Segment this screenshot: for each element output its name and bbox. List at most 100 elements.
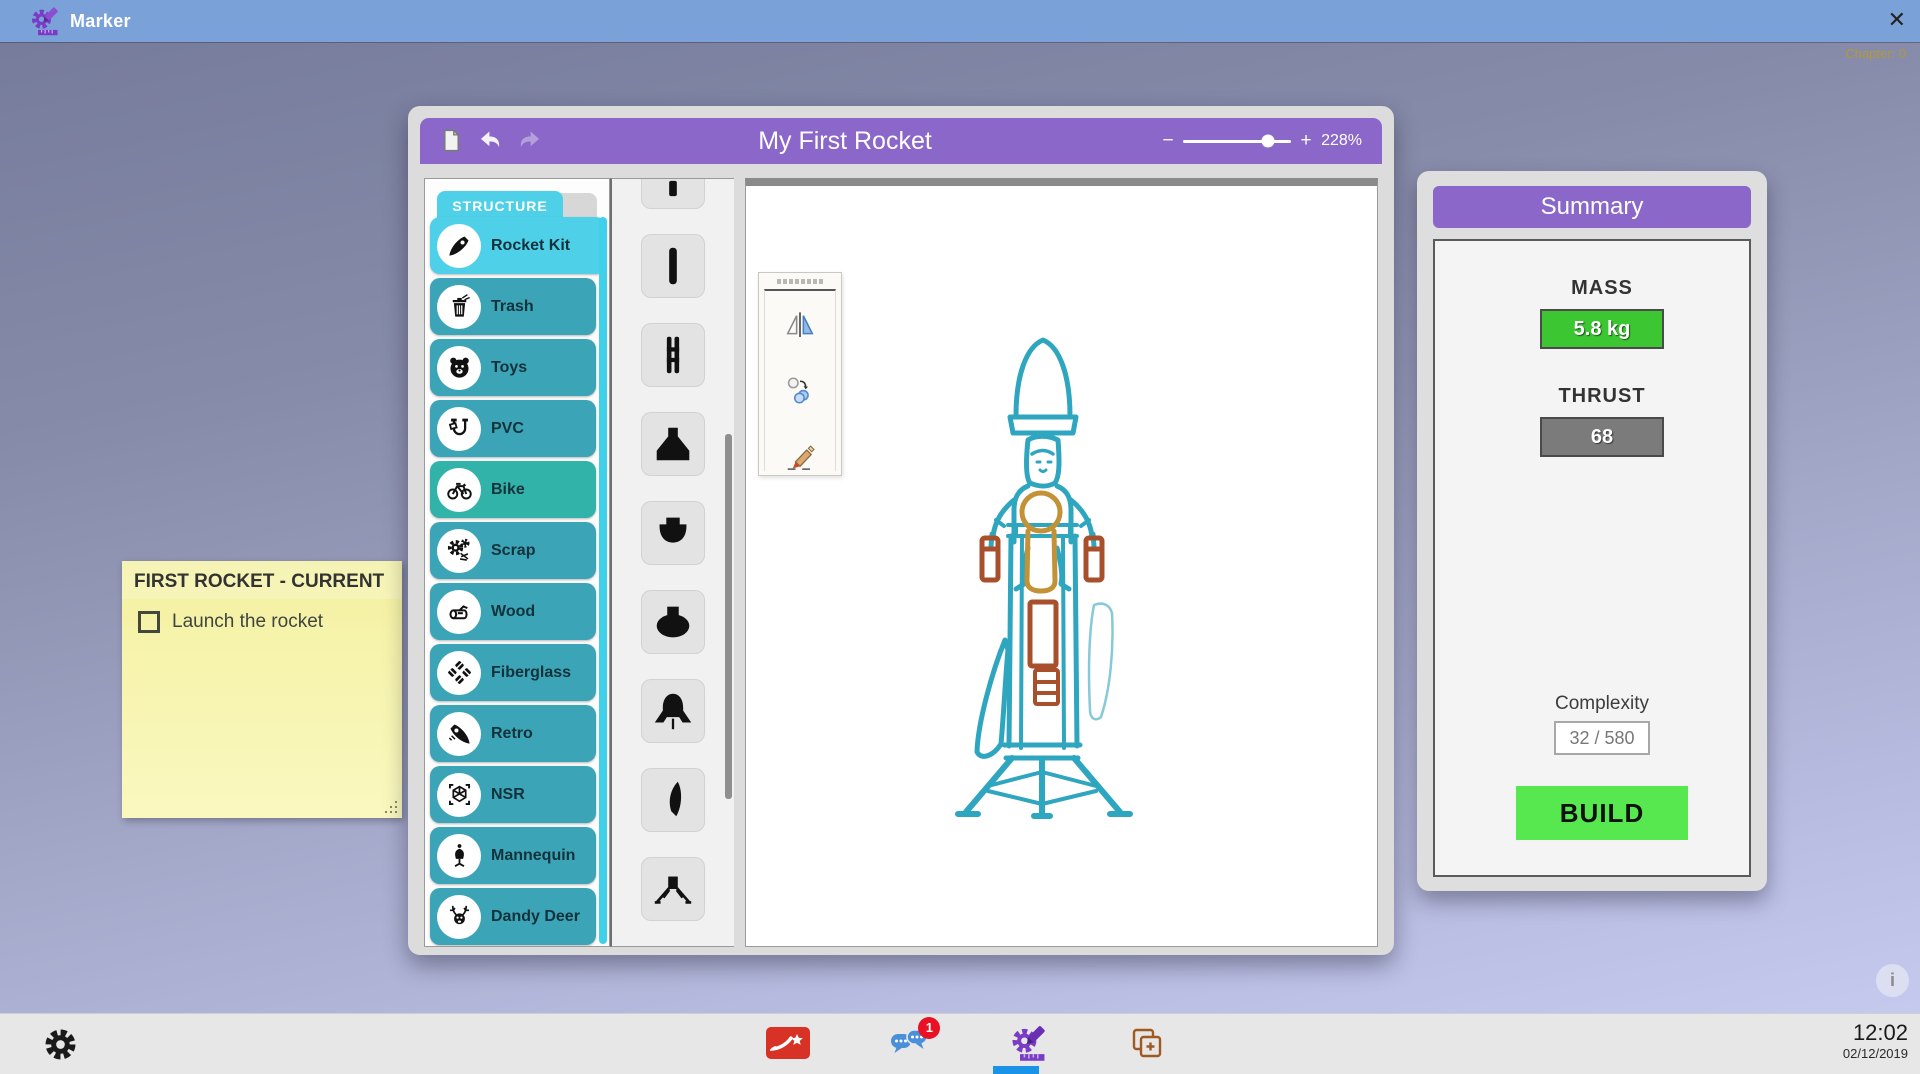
zoom-slider[interactable] bbox=[1183, 140, 1291, 143]
part-capsule-pod[interactable] bbox=[641, 590, 705, 654]
sidebar-item-label: Trash bbox=[491, 298, 534, 316]
window-title-bar: My First Rocket − + 228% bbox=[420, 118, 1382, 164]
mannequin-icon bbox=[437, 834, 481, 878]
sidebar-item-retro[interactable]: Retro bbox=[430, 705, 596, 762]
zoom-control: − + 228% bbox=[1161, 118, 1362, 164]
sidebar-item-label: Bike bbox=[491, 481, 525, 499]
thrust-value: 68 bbox=[1540, 417, 1664, 457]
window-title: My First Rocket bbox=[420, 118, 1270, 164]
zoom-in-button[interactable]: + bbox=[1299, 130, 1313, 152]
eraser-tool[interactable] bbox=[782, 440, 818, 471]
part-nozzle-flare[interactable] bbox=[641, 412, 705, 476]
marker-logo-icon bbox=[30, 5, 62, 37]
notification-badge: 1 bbox=[918, 1017, 940, 1039]
top-bar: Marker ✕ bbox=[0, 0, 1920, 42]
category-sidebar: STRUCTURE Rocket Kit Trash bbox=[424, 178, 610, 947]
copy-plus-icon bbox=[1129, 1025, 1165, 1061]
gears-icon bbox=[437, 529, 481, 573]
info-button[interactable]: i bbox=[1876, 964, 1909, 997]
summary-body: MASS 5.8 kg THRUST 68 Complexity 32 / 58… bbox=[1433, 239, 1751, 877]
sidebar-item-label: Toys bbox=[491, 359, 527, 377]
sidebar-item-fiberglass[interactable]: Fiberglass bbox=[430, 644, 596, 701]
red-app-icon bbox=[765, 1026, 811, 1060]
complexity-value: 32 / 580 bbox=[1554, 721, 1650, 755]
clone-tool[interactable] bbox=[782, 374, 818, 405]
taskbar: 1 12:02 02/12/2019 bbox=[0, 1013, 1920, 1074]
build-button[interactable]: BUILD bbox=[1516, 786, 1688, 840]
summary-title: Summary bbox=[1433, 186, 1751, 228]
trash-icon bbox=[437, 285, 481, 329]
sidebar-item-bike[interactable]: Bike bbox=[430, 461, 596, 518]
parts-palette bbox=[610, 178, 734, 947]
canvas-mini-toolbar bbox=[758, 272, 842, 476]
sidebar-item-rocket-kit[interactable]: Rocket Kit bbox=[430, 217, 606, 274]
launch-task-label: Launch the rocket bbox=[172, 611, 323, 633]
sidebar-item-label: Mannequin bbox=[491, 847, 575, 865]
sidebar-item-label: Wood bbox=[491, 603, 535, 621]
sidebar-item-mannequin[interactable]: Mannequin bbox=[430, 827, 596, 884]
teddy-bear-icon bbox=[437, 346, 481, 390]
part-landing-legs[interactable] bbox=[641, 857, 705, 921]
mass-label: MASS bbox=[1455, 277, 1749, 300]
launch-checkbox[interactable] bbox=[138, 611, 160, 633]
sidebar-item-trash[interactable]: Trash bbox=[430, 278, 596, 335]
rocket-sketch[interactable] bbox=[944, 320, 1174, 850]
chapter-label: Chapter: 0 bbox=[1845, 46, 1906, 61]
complexity-label: Complexity bbox=[1455, 693, 1749, 715]
retro-rocket-icon bbox=[437, 712, 481, 756]
sidebar-item-scrap[interactable]: Scrap bbox=[430, 522, 596, 579]
sidebar-item-label: NSR bbox=[491, 786, 525, 804]
part-body-tube[interactable] bbox=[641, 234, 705, 298]
note-resize-grip[interactable] bbox=[395, 811, 397, 813]
sidebar-item-nsr[interactable]: NSR bbox=[430, 766, 596, 823]
sidebar-scrollbar[interactable] bbox=[599, 217, 607, 944]
bicycle-icon bbox=[437, 468, 481, 512]
sidebar-item-label: Rocket Kit bbox=[491, 237, 570, 255]
active-app-indicator bbox=[993, 1066, 1039, 1074]
summary-panel: Summary MASS 5.8 kg THRUST 68 Complexity… bbox=[1417, 171, 1767, 891]
rocket-editor-window: My First Rocket − + 228% STRUCTURE Rocke… bbox=[408, 106, 1394, 955]
sticky-note[interactable]: FIRST ROCKET - CURRENT Launch the rocket bbox=[122, 561, 402, 818]
sidebar-item-label: Fiberglass bbox=[491, 664, 571, 682]
part-nose-cone-fins[interactable] bbox=[641, 679, 705, 743]
log-icon bbox=[437, 590, 481, 634]
zoom-level: 228% bbox=[1321, 132, 1362, 150]
wireframe-cube-icon bbox=[437, 773, 481, 817]
sidebar-item-pvc[interactable]: PVC bbox=[430, 400, 596, 457]
settings-gear-icon[interactable] bbox=[44, 1028, 77, 1061]
sidebar-item-toys[interactable]: Toys bbox=[430, 339, 596, 396]
mass-value: 5.8 kg bbox=[1540, 309, 1664, 349]
sidebar-item-dandy-deer[interactable]: Dandy Deer bbox=[430, 888, 596, 945]
design-canvas[interactable] bbox=[745, 178, 1378, 947]
sidebar-item-wood[interactable]: Wood bbox=[430, 583, 596, 640]
taskbar-clock: 12:02 02/12/2019 bbox=[1843, 1020, 1908, 1061]
part-fin-blade[interactable] bbox=[641, 768, 705, 832]
zoom-slider-knob[interactable] bbox=[1262, 135, 1275, 148]
sticky-note-title: FIRST ROCKET - CURRENT bbox=[122, 561, 402, 599]
taskbar-app-chat[interactable]: 1 bbox=[890, 1026, 930, 1065]
part-segment-partial[interactable] bbox=[641, 178, 705, 209]
weave-icon bbox=[437, 651, 481, 695]
flip-horizontal-tool[interactable] bbox=[782, 309, 818, 340]
clock-date: 02/12/2019 bbox=[1843, 1046, 1908, 1061]
app-name: Marker bbox=[70, 11, 131, 32]
part-coupler-ladder[interactable] bbox=[641, 323, 705, 387]
toolbar-grip[interactable] bbox=[759, 273, 841, 289]
sidebar-item-label: Dandy Deer bbox=[491, 908, 580, 926]
parts-scrollbar[interactable] bbox=[725, 434, 732, 799]
taskbar-app-marker[interactable] bbox=[1010, 1023, 1050, 1068]
rocket-icon bbox=[437, 224, 481, 268]
part-engine-bell[interactable] bbox=[641, 501, 705, 565]
taskbar-app-red[interactable] bbox=[765, 1026, 811, 1065]
pipe-icon bbox=[437, 407, 481, 451]
taskbar-app-copy[interactable] bbox=[1129, 1025, 1165, 1066]
clock-time: 12:02 bbox=[1843, 1020, 1908, 1046]
sidebar-item-label: PVC bbox=[491, 420, 524, 438]
thrust-label: THRUST bbox=[1455, 385, 1749, 408]
sidebar-item-label: Retro bbox=[491, 725, 533, 743]
deer-icon bbox=[437, 895, 481, 939]
sidebar-item-label: Scrap bbox=[491, 542, 535, 560]
marker-logo-icon bbox=[1010, 1023, 1050, 1063]
close-icon[interactable]: ✕ bbox=[1888, 6, 1906, 34]
zoom-out-button[interactable]: − bbox=[1161, 130, 1175, 152]
